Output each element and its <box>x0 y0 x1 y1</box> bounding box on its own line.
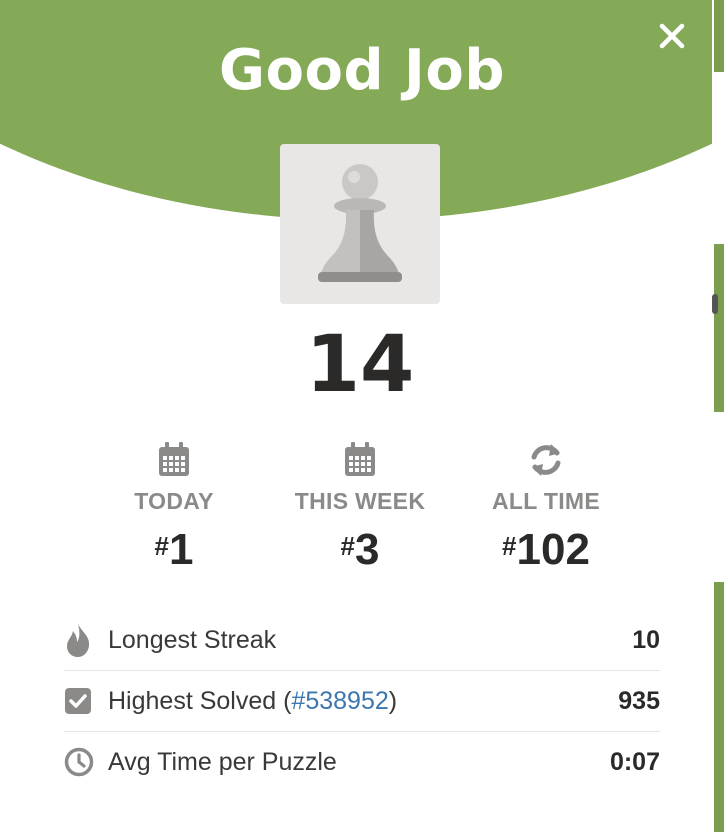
puzzle-score: 14 <box>305 320 415 410</box>
results-modal: Good Job 14 TODAY #1 THIS WEEK #3 ALL TI… <box>0 0 712 832</box>
stat-label: Highest Solved (#538952) <box>108 686 398 715</box>
pawn-avatar <box>280 144 440 304</box>
rank-value: #1 <box>154 525 194 574</box>
modal-title: Good Job <box>219 38 505 103</box>
refresh-icon <box>531 444 561 476</box>
rank-label: THIS WEEK <box>294 488 426 514</box>
puzzle-link[interactable]: #538952 <box>291 687 388 715</box>
rank-label: ALL TIME <box>491 488 601 514</box>
rank-this-week: THIS WEEK #3 <box>260 440 460 575</box>
stat-row-highest-solved: Highest Solved (#538952) 935 <box>64 671 660 732</box>
rank-all-time: ALL TIME #102 <box>446 440 646 575</box>
rank-value: #3 <box>340 525 380 574</box>
stat-value: 935 <box>618 686 660 715</box>
calendar-icon <box>345 442 375 476</box>
stat-row-longest-streak: Longest Streak 10 <box>64 610 660 671</box>
rank-today: TODAY #1 <box>74 440 274 575</box>
rank-label: TODAY <box>134 488 214 514</box>
stat-label: Avg Time per Puzzle <box>108 747 337 776</box>
flame-icon <box>67 624 90 657</box>
stat-value: 0:07 <box>609 747 660 776</box>
checkbox-icon <box>65 688 91 714</box>
close-button[interactable] <box>654 18 690 54</box>
clock-icon <box>64 747 94 777</box>
pawn-icon <box>318 164 402 282</box>
stat-row-avg-time: Avg Time per Puzzle 0:07 <box>64 732 660 792</box>
stat-label: Longest Streak <box>108 625 277 654</box>
close-icon <box>659 23 685 49</box>
background-edge <box>712 0 724 832</box>
stat-value: 10 <box>632 625 660 654</box>
stats-list: Longest Streak 10 Highest Solved (#53895… <box>64 610 660 792</box>
rank-value: #102 <box>502 525 590 574</box>
calendar-icon <box>159 442 189 476</box>
